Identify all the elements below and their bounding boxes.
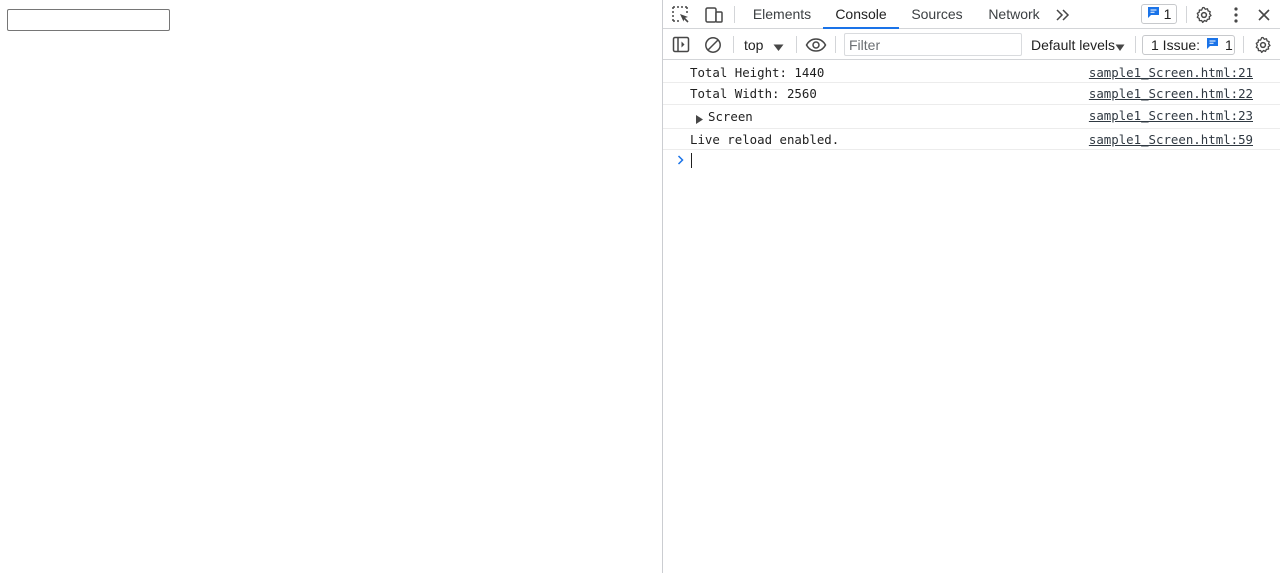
log-levels-label: Default levels bbox=[1031, 37, 1116, 53]
tab-console[interactable]: Console bbox=[823, 0, 899, 29]
issue-message-icon bbox=[1206, 37, 1219, 53]
toolbar-separator-5 bbox=[1243, 36, 1244, 53]
inspect-element-icon[interactable] bbox=[671, 5, 691, 25]
messages-count: 1 bbox=[1163, 6, 1172, 22]
console-message: Total Width: 2560 bbox=[690, 86, 817, 101]
toolbar-separator-1 bbox=[733, 36, 734, 53]
page-text-input[interactable] bbox=[7, 9, 170, 31]
toolbar-separator-2 bbox=[796, 36, 797, 53]
devtools-tabbar: Elements Console Sources Network 1 bbox=[663, 0, 1280, 29]
settings-icon[interactable] bbox=[1194, 5, 1214, 25]
expand-triangle-icon[interactable] bbox=[696, 112, 703, 127]
message-icon bbox=[1147, 6, 1160, 22]
issues-badge[interactable]: 1 Issue: 1 bbox=[1142, 35, 1235, 55]
levels-dropdown-arrow-icon bbox=[1115, 39, 1125, 57]
console-settings-icon[interactable] bbox=[1253, 35, 1273, 55]
web-page bbox=[0, 0, 663, 573]
devtools-panel: Elements Console Sources Network 1 top F… bbox=[663, 0, 1280, 573]
more-options-icon[interactable] bbox=[1226, 5, 1246, 25]
tab-network[interactable]: Network bbox=[979, 0, 1049, 28]
console-row: Total Width: 2560 sample1_Screen.html:22 bbox=[663, 83, 1280, 105]
live-expression-eye-icon[interactable] bbox=[804, 35, 827, 54]
issues-count: 1 bbox=[1225, 37, 1233, 53]
messages-badge[interactable]: 1 bbox=[1141, 4, 1177, 24]
context-selector[interactable]: top bbox=[737, 33, 793, 56]
console-row: Live reload enabled. sample1_Screen.html… bbox=[663, 129, 1280, 150]
tabbar-separator-right bbox=[1186, 6, 1187, 23]
toolbar-separator-4 bbox=[1135, 36, 1136, 53]
console-row: Total Height: 1440 sample1_Screen.html:2… bbox=[663, 61, 1280, 83]
text-cursor bbox=[691, 153, 692, 168]
prompt-chevron-icon bbox=[677, 154, 685, 169]
console-object-label[interactable]: Screen bbox=[708, 109, 753, 124]
console-source-link[interactable]: sample1_Screen.html:59 bbox=[1089, 132, 1253, 147]
sidebar-toggle-icon[interactable] bbox=[671, 35, 691, 54]
clear-console-icon[interactable] bbox=[703, 35, 723, 54]
console-source-link[interactable]: sample1_Screen.html:22 bbox=[1089, 86, 1253, 101]
console-message: Live reload enabled. bbox=[690, 132, 840, 147]
console-source-link[interactable]: sample1_Screen.html:21 bbox=[1089, 65, 1253, 80]
tab-sources[interactable]: Sources bbox=[903, 0, 971, 28]
close-icon[interactable] bbox=[1254, 5, 1274, 25]
log-levels-dropdown[interactable]: Default levels bbox=[1027, 33, 1125, 56]
more-tabs-icon[interactable] bbox=[1054, 6, 1072, 23]
tab-elements[interactable]: Elements bbox=[745, 0, 819, 28]
toolbar-separator-3 bbox=[835, 36, 836, 53]
device-toolbar-icon[interactable] bbox=[703, 5, 725, 25]
console-filter-input[interactable] bbox=[844, 33, 1022, 56]
console-prompt-input[interactable] bbox=[689, 150, 1274, 170]
context-selector-label: top bbox=[744, 37, 764, 53]
tabbar-separator bbox=[734, 6, 735, 23]
dropdown-arrow-icon bbox=[773, 39, 784, 57]
console-source-link[interactable]: sample1_Screen.html:23 bbox=[1089, 108, 1253, 123]
issues-label: 1 Issue: bbox=[1151, 37, 1201, 53]
console-message: Total Height: 1440 bbox=[690, 65, 825, 80]
console-row[interactable]: Screen sample1_Screen.html:23 bbox=[663, 105, 1280, 129]
